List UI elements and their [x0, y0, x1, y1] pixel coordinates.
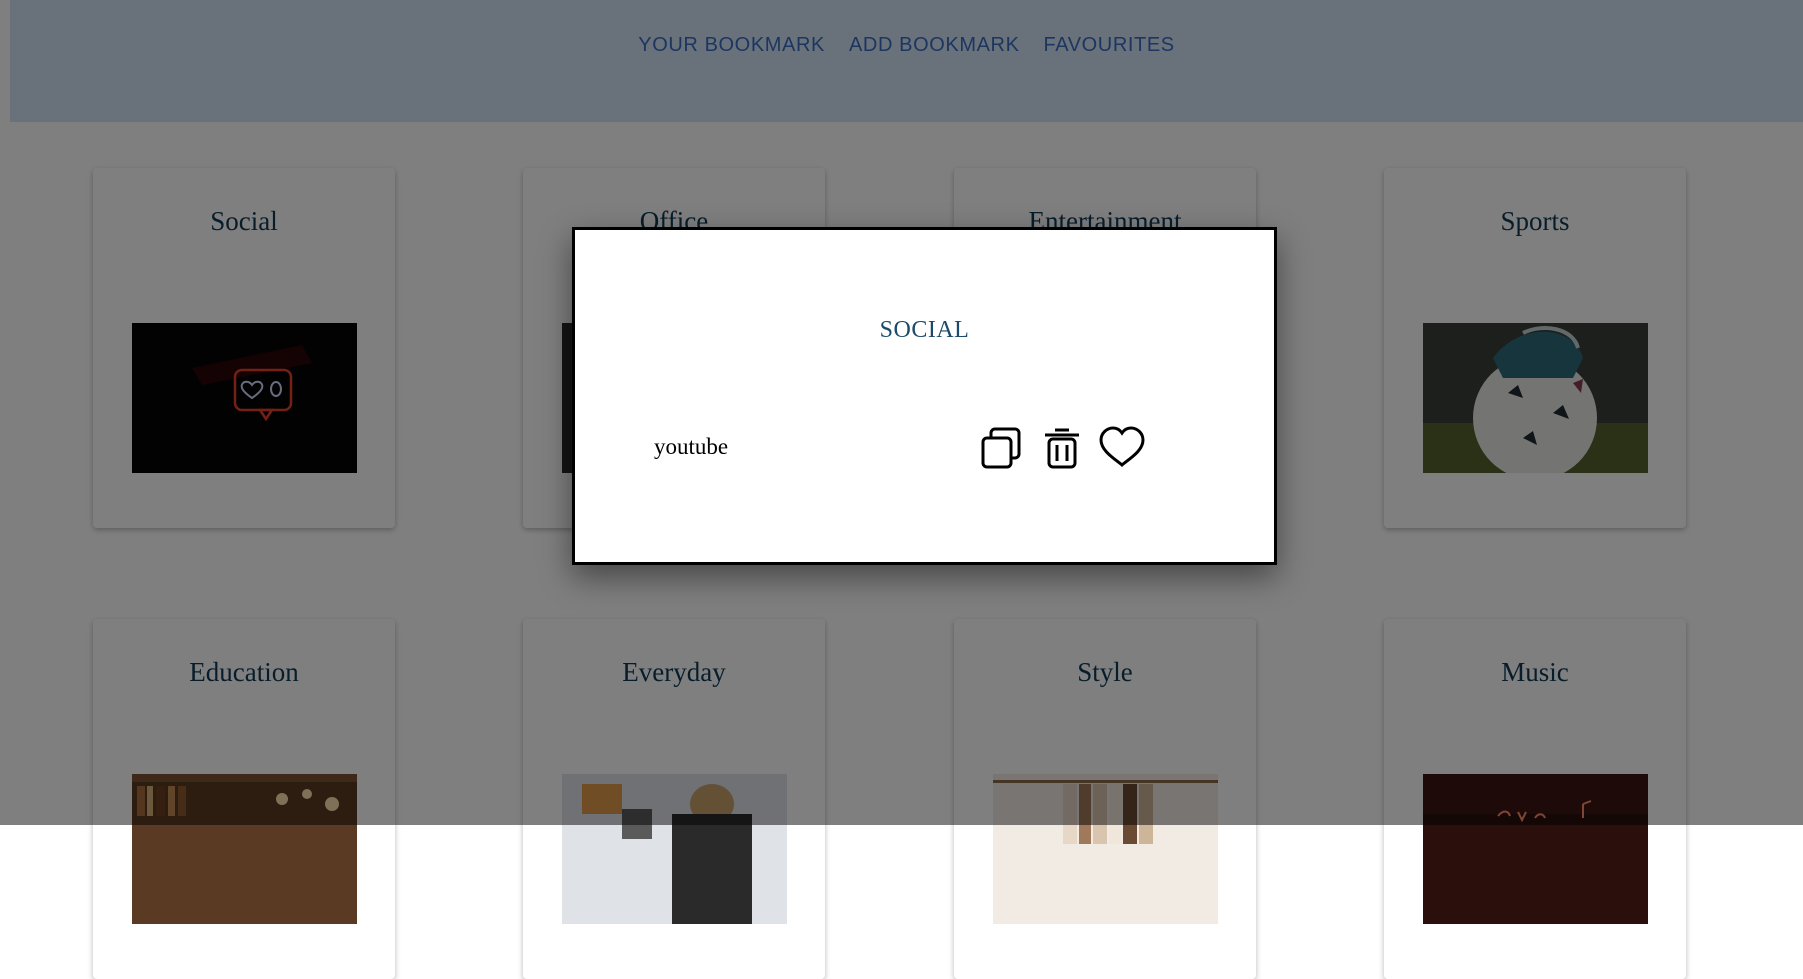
modal-title: SOCIAL — [879, 317, 970, 343]
trash-icon[interactable] — [1037, 423, 1087, 473]
category-modal: SOCIAL youtube — [572, 227, 1277, 565]
copy-icon[interactable] — [977, 423, 1027, 473]
heart-icon[interactable] — [1097, 423, 1147, 473]
page: YOUR BOOKMARK ADD BOOKMARK FAVOURITES So… — [0, 0, 1803, 979]
bookmark-name[interactable]: youtube — [654, 434, 728, 460]
bookmark-actions — [977, 423, 1147, 473]
